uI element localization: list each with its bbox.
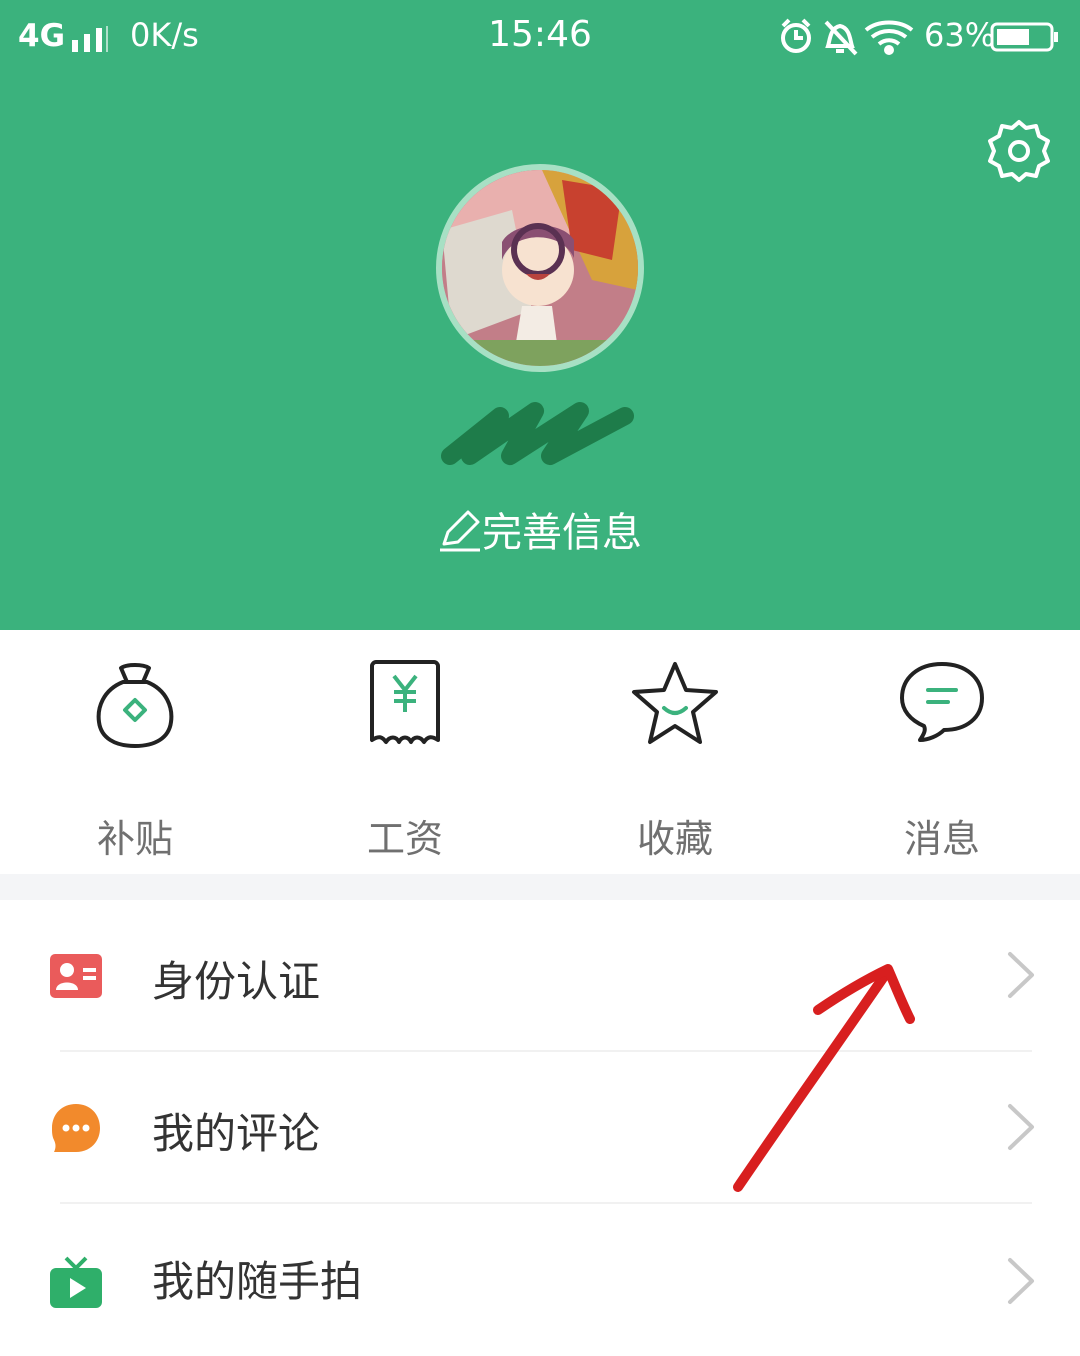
comment-icon	[52, 1104, 100, 1152]
quick-action-subsidy[interactable]: 补贴	[35, 660, 235, 870]
clock: 15:46	[488, 14, 592, 55]
quick-action-label: 工资	[366, 817, 443, 861]
mute-icon	[824, 20, 858, 56]
quick-action-label: 补贴	[96, 817, 173, 861]
profile-header: 4G 0K/s 15:46 63% 完善信息	[0, 0, 1080, 630]
complete-profile-link[interactable]: 完善信息	[0, 500, 1080, 558]
quick-action-label: 消息	[903, 817, 980, 861]
quick-action-messages[interactable]: 消息	[842, 660, 1042, 870]
menu-item-label: 我的随手拍	[152, 1257, 363, 1306]
pencil-icon	[440, 510, 480, 552]
tv-icon	[50, 1256, 102, 1308]
menu-item-comments[interactable]: 我的评论	[0, 1052, 1080, 1204]
avatar-image	[442, 170, 638, 366]
quick-action-favorites[interactable]: 收藏	[575, 660, 775, 870]
menu-item-label: 我的评论	[152, 1109, 321, 1158]
chat-bubble-icon	[900, 662, 984, 742]
id-card-icon	[50, 954, 102, 998]
menu-item-snapshots[interactable]: 我的随手拍	[0, 1204, 1080, 1356]
chevron-right-icon	[1008, 952, 1034, 998]
status-icons	[781, 18, 914, 56]
wifi-icon	[864, 20, 914, 55]
money-bag-icon	[96, 663, 174, 748]
username-redacted	[441, 402, 634, 465]
alarm-icon	[781, 18, 811, 53]
avatar[interactable]	[436, 164, 644, 372]
star-icon	[632, 662, 718, 744]
battery-icon	[990, 22, 1058, 52]
menu-item-identity[interactable]: 身份认证	[0, 900, 1080, 1052]
receipt-yen-icon	[370, 660, 440, 744]
menu-item-label: 身份认证	[152, 957, 321, 1006]
chevron-right-icon	[1008, 1258, 1034, 1304]
battery-level: 63%	[924, 16, 996, 54]
complete-profile-label: 完善信息	[482, 510, 642, 556]
quick-action-label: 收藏	[636, 817, 713, 861]
status-bar: 4G 0K/s 15:46 63%	[0, 0, 1080, 78]
gear-icon[interactable]	[986, 118, 1052, 184]
chevron-right-icon	[1008, 1104, 1034, 1150]
section-divider	[0, 874, 1080, 900]
quick-actions: 补贴 工资 收藏 消息	[0, 630, 1080, 874]
menu-list: 身份认证 我的评论 我的随手拍	[0, 900, 1080, 1308]
quick-action-salary[interactable]: 工资	[305, 660, 505, 870]
